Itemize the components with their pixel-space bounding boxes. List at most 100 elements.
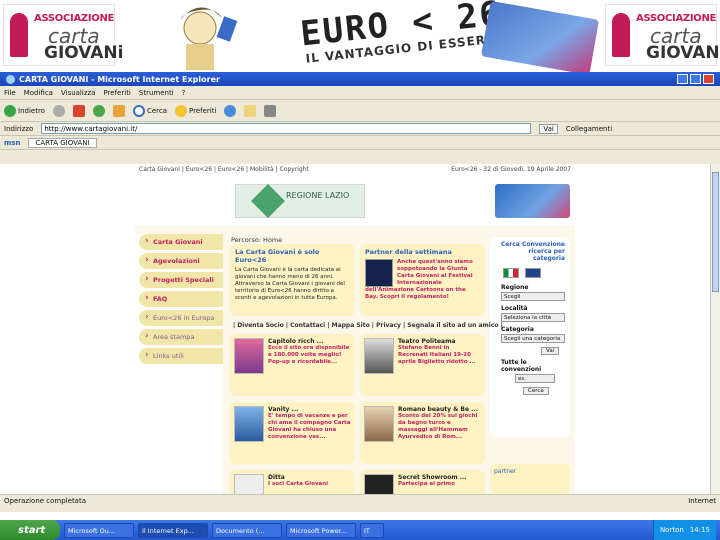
favorites-label: Preferiti	[189, 106, 217, 115]
uk-flag-icon[interactable]	[525, 268, 541, 278]
intro-text: La Carta Giovani è la carta dedicata ai …	[235, 267, 345, 301]
search-title: Cerca Convenzione ricerca per categoria	[500, 241, 565, 262]
go-button[interactable]: Vai	[539, 123, 558, 134]
history-button[interactable]	[224, 104, 237, 117]
status-text: Operazione completata	[4, 496, 87, 505]
back-icon	[4, 104, 16, 117]
news-card[interactable]: Ditta I soci Carta Giovani	[230, 470, 355, 494]
news-card[interactable]: Secret Showroom ... Partecipa al primo	[360, 470, 485, 494]
vertical-scrollbar[interactable]	[710, 164, 720, 494]
nav-links-utili[interactable]: Links utili	[139, 348, 223, 364]
slide-banner: ASSOCIAZIONE carta GIOVANi EURO < 26 IL …	[0, 0, 720, 76]
search-panel: Cerca Convenzione ricerca per categoria …	[490, 237, 570, 437]
partner-title: Partner della settimana	[365, 248, 452, 256]
left-navigation: Carta Giovani Agevolazioni Progetti Spec…	[135, 234, 223, 494]
star-icon	[175, 104, 188, 117]
task-outlook[interactable]: Microsoft Ou...	[64, 522, 134, 538]
back-button[interactable]: Indietro	[4, 104, 45, 117]
logo-text-line1: ASSOCIAZIONE	[34, 13, 115, 24]
partners-label: partner	[494, 468, 517, 475]
scroll-thumb[interactable]	[712, 172, 719, 292]
menu-help[interactable]: ?	[182, 89, 186, 97]
stop-button[interactable]	[72, 104, 85, 117]
search-submit-button[interactable]: Cerca	[523, 387, 549, 395]
home-button[interactable]	[112, 104, 125, 117]
address-input[interactable]	[41, 123, 532, 134]
news-card[interactable]: Capitolo ricch ... Ecco il sito ora disp…	[230, 334, 355, 396]
links-label[interactable]: Collegamenti	[566, 125, 612, 133]
home-icon	[112, 104, 125, 117]
youth-card-image	[480, 0, 600, 76]
figure-icon	[612, 13, 630, 57]
menu-edit[interactable]: Modifica	[24, 89, 53, 97]
tab-carta-giovani[interactable]: CARTA GIOVANI	[28, 137, 97, 148]
page-top-bar: Carta Giovani | Euro<26 | Euro<26 | Mobi…	[135, 164, 575, 176]
search-icon	[132, 104, 145, 117]
all-conventions-input[interactable]: es.	[515, 374, 555, 383]
refresh-button[interactable]	[92, 104, 105, 117]
logo-text-line3: GIOVANi	[44, 43, 124, 63]
region-select[interactable]: Scegli	[501, 292, 565, 301]
page-viewport: Carta Giovani | Euro<26 | Euro<26 | Mobi…	[0, 164, 710, 494]
address-bar: Indirizzo Vai Collegamenti	[0, 122, 720, 136]
nav-progetti-speciali[interactable]: Progetti Speciali	[139, 272, 223, 288]
menu-bar: File Modifica Visualizza Preferiti Strum…	[0, 86, 720, 100]
news-card[interactable]: Vanity ... E' tempo di vacanze e per chi…	[230, 402, 355, 464]
language-flags	[503, 268, 565, 278]
mail-button[interactable]	[244, 104, 257, 117]
maximize-button[interactable]	[690, 74, 701, 84]
news-card[interactable]: Teatro Politeama Stefano Benni in Recren…	[360, 334, 485, 396]
stop-icon	[72, 104, 85, 117]
nav-carta-giovani[interactable]: Carta Giovani	[139, 234, 223, 250]
nav-euro26-europa[interactable]: Euro<26 in Europa	[139, 310, 223, 326]
clock: 14:15	[689, 526, 710, 534]
partners-box: partner	[490, 464, 570, 494]
task-powerpoint[interactable]: Microsoft Power...	[286, 522, 356, 538]
norton-icon[interactable]: Norton	[660, 526, 684, 534]
tab-bar: msn CARTA GIOVANI	[0, 136, 720, 150]
nav-faq[interactable]: FAQ	[139, 291, 223, 307]
category-select[interactable]: Scegli una categoria	[501, 334, 565, 343]
date-text: Euro<26 - 32 di Giovedì, 19 Aprile 2007	[451, 166, 571, 173]
region-name: REGIONE LAZIO	[286, 191, 350, 200]
nav-agevolazioni[interactable]: Agevolazioni	[139, 253, 223, 269]
regione-lazio-logo[interactable]: REGIONE LAZIO	[235, 184, 365, 218]
refresh-icon	[92, 104, 105, 117]
start-button[interactable]: start	[0, 520, 60, 540]
favorites-button[interactable]: Preferiti	[175, 104, 217, 117]
minimize-button[interactable]	[677, 74, 688, 84]
nav-area-stampa[interactable]: Area stampa	[139, 329, 223, 345]
print-icon	[264, 104, 277, 117]
logo-text-line3: GIOVANi	[646, 43, 720, 63]
city-select[interactable]: Seleziona la città	[501, 313, 565, 322]
menu-tools[interactable]: Strumenti	[139, 89, 174, 97]
print-button[interactable]	[264, 104, 277, 117]
search-button[interactable]: Cerca	[132, 104, 167, 117]
footer-links[interactable]: | Diventa Socio | Contattaci | Mappa Sit…	[233, 322, 503, 329]
task-document[interactable]: Documento (...	[212, 522, 282, 538]
italian-flag-icon[interactable]	[503, 268, 519, 278]
task-language[interactable]: IT	[360, 522, 384, 538]
search-go-button[interactable]: Vai	[541, 347, 560, 355]
back-label: Indietro	[18, 106, 45, 115]
news-image	[234, 406, 264, 442]
news-image	[234, 338, 264, 374]
partner-image[interactable]	[365, 259, 393, 287]
forward-button[interactable]	[52, 104, 65, 117]
news-card[interactable]: Romano beauty & Be ... Sconto del 20% su…	[360, 402, 485, 464]
header-card-image	[495, 184, 570, 218]
address-label: Indirizzo	[4, 124, 34, 133]
task-internet-explorer[interactable]: Il Internet Exp...	[138, 522, 208, 538]
status-bar: Operazione completata Internet	[0, 494, 720, 506]
news-image	[364, 338, 394, 374]
top-links[interactable]: Carta Giovani | Euro<26 | Euro<26 | Mobi…	[139, 166, 309, 174]
menu-view[interactable]: Visualizza	[61, 89, 95, 97]
taskbar: start Microsoft Ou... Il Internet Exp...…	[0, 520, 720, 540]
breadcrumb[interactable]: Percorso: Home	[231, 236, 282, 244]
ie-icon	[6, 74, 15, 84]
menu-favorites[interactable]: Preferiti	[103, 89, 130, 97]
city-label: Località	[501, 305, 528, 312]
menu-file[interactable]: File	[4, 89, 16, 97]
close-button[interactable]	[703, 74, 714, 84]
title-bar: CARTA GIOVANI - Microsoft Internet Explo…	[0, 72, 720, 86]
